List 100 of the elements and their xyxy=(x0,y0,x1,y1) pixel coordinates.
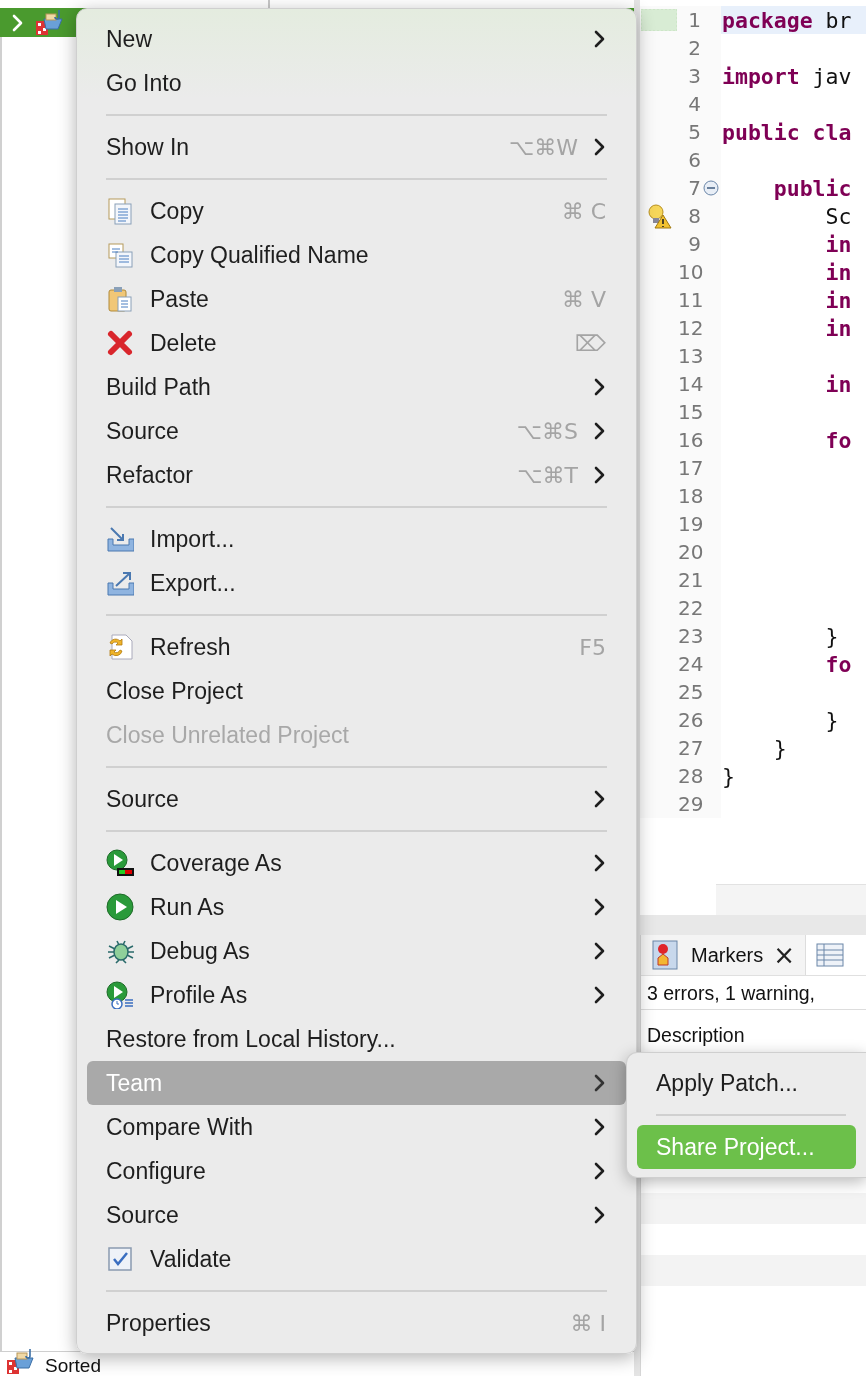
menu-item[interactable]: Refactor ⌥⌘T xyxy=(87,453,626,497)
menu-item[interactable]: Coverage As xyxy=(87,841,626,885)
menu-item[interactable]: Compare With xyxy=(87,1105,626,1149)
line-number: 2 xyxy=(687,36,701,60)
menu-item[interactable]: Configure xyxy=(87,1149,626,1193)
shortcut-hint: F5 xyxy=(579,634,606,660)
shortcut-hint: ⌘ V xyxy=(561,286,606,312)
menu-item[interactable]: Source ⌥⌘S xyxy=(87,409,626,453)
quick-diff-marker-icon xyxy=(641,9,677,31)
menu-item[interactable]: Show In ⌥⌘W xyxy=(87,125,626,169)
code-text: } xyxy=(722,763,735,789)
line-number: 8 xyxy=(687,204,701,228)
markers-icon xyxy=(651,939,681,971)
marker-summary: 3 errors, 1 warning, xyxy=(641,976,866,1010)
collapse-icon xyxy=(703,180,719,196)
menu-item[interactable]: Copy Qualified Name xyxy=(87,233,626,277)
line-number: 21 xyxy=(678,568,701,592)
shortcut-hint: ⌥⌘S xyxy=(516,418,578,444)
line-number: 25 xyxy=(678,680,701,704)
code-keyword: fo xyxy=(824,651,852,677)
copy-pages-icon xyxy=(106,241,134,269)
menu-item[interactable]: Source xyxy=(87,777,626,821)
line-number: 26 xyxy=(678,708,701,732)
checkbox-icon xyxy=(106,1245,134,1273)
project-icon xyxy=(34,8,64,37)
menu-item[interactable]: Close Project xyxy=(87,669,626,713)
code-text: } xyxy=(824,707,839,733)
menu-item[interactable]: Debug As xyxy=(87,929,626,973)
menu-item[interactable]: Restore from Local History... xyxy=(87,1017,626,1061)
line-number: 20 xyxy=(678,540,701,564)
code-keyword: in xyxy=(824,231,852,257)
table-icon xyxy=(816,942,845,968)
tray-arrow-out-icon xyxy=(106,569,134,597)
menu-item[interactable]: Run As xyxy=(87,885,626,929)
play-clock-icon xyxy=(106,981,134,1009)
column-header[interactable]: Description xyxy=(641,1010,866,1053)
code-keyword: in xyxy=(824,315,852,341)
menu-item[interactable]: Export... xyxy=(87,561,626,605)
menu-item[interactable]: Copy ⌘ C xyxy=(87,189,626,233)
line-number: 14 xyxy=(678,372,701,396)
menu-item[interactable]: Import... xyxy=(87,517,626,561)
menu-item[interactable]: Refresh F5 xyxy=(87,625,626,669)
code-keyword: package xyxy=(722,7,813,33)
menu-item[interactable]: Properties ⌘ I xyxy=(87,1301,626,1345)
menu-item[interactable]: Delete ⌦ xyxy=(87,321,626,365)
shortcut-hint: ⌥⌘T xyxy=(517,462,578,488)
cross-icon xyxy=(106,329,134,357)
code-text: } xyxy=(772,735,787,761)
clipboard-icon xyxy=(106,285,134,313)
code-keyword: import xyxy=(722,63,800,89)
menu-item[interactable]: Paste ⌘ V xyxy=(87,277,626,321)
line-number: 7 xyxy=(687,176,701,200)
line-number: 13 xyxy=(678,344,701,368)
menu-item[interactable]: Build Path xyxy=(87,365,626,409)
line-number: 1 xyxy=(687,8,701,32)
code-keyword: public cla xyxy=(722,119,852,145)
code-keyword: fo xyxy=(824,427,852,453)
menu-item[interactable]: Validate xyxy=(87,1237,626,1281)
tab-label: Markers xyxy=(691,943,764,967)
code-keyword: in xyxy=(824,259,852,285)
line-number: 29 xyxy=(678,792,701,816)
project-label[interactable]: Sorted xyxy=(45,1356,101,1376)
line-number: 6 xyxy=(687,148,701,172)
refresh-icon xyxy=(106,633,134,661)
shortcut-hint: ⌘ I xyxy=(570,1310,606,1336)
line-number: 5 xyxy=(687,120,701,144)
menu-item[interactable]: Profile As xyxy=(87,973,626,1017)
warning-bulb-icon xyxy=(646,203,672,229)
menu-item[interactable]: Apply Patch... xyxy=(637,1061,856,1105)
line-number: 9 xyxy=(687,232,701,256)
close-icon[interactable]: × xyxy=(773,942,796,968)
line-number: 19 xyxy=(678,512,701,536)
line-number: 27 xyxy=(678,736,701,760)
horizontal-scrollbar[interactable] xyxy=(716,884,866,915)
shortcut-hint: ⌘ C xyxy=(561,198,606,224)
code-text: br xyxy=(824,7,852,33)
menu-item[interactable]: Source xyxy=(87,1193,626,1237)
line-number: 24 xyxy=(678,652,701,676)
play-icon xyxy=(106,893,134,921)
line-number: 18 xyxy=(678,484,701,508)
line-number: 11 xyxy=(678,288,701,312)
line-number: 15 xyxy=(678,400,701,424)
line-number: 16 xyxy=(678,428,701,452)
menu-item[interactable]: New xyxy=(87,17,626,61)
tray-arrow-in-icon xyxy=(106,525,134,553)
code-keyword: public xyxy=(772,175,852,201)
line-number: 3 xyxy=(687,64,701,88)
line-number: 23 xyxy=(678,624,701,648)
shortcut-hint: ⌦ xyxy=(574,330,606,356)
line-number: 17 xyxy=(678,456,701,480)
line-number: 4 xyxy=(687,92,701,116)
line-number: 10 xyxy=(678,260,701,284)
menu-item[interactable]: Go Into xyxy=(87,61,626,105)
line-number: 12 xyxy=(678,316,701,340)
line-number: 28 xyxy=(678,764,701,788)
code-text: jav xyxy=(811,63,852,89)
copy-pages-icon xyxy=(106,197,134,225)
code-text: } xyxy=(824,623,839,649)
shortcut-hint: ⌥⌘W xyxy=(508,134,578,160)
code-text: Sc xyxy=(824,203,852,229)
